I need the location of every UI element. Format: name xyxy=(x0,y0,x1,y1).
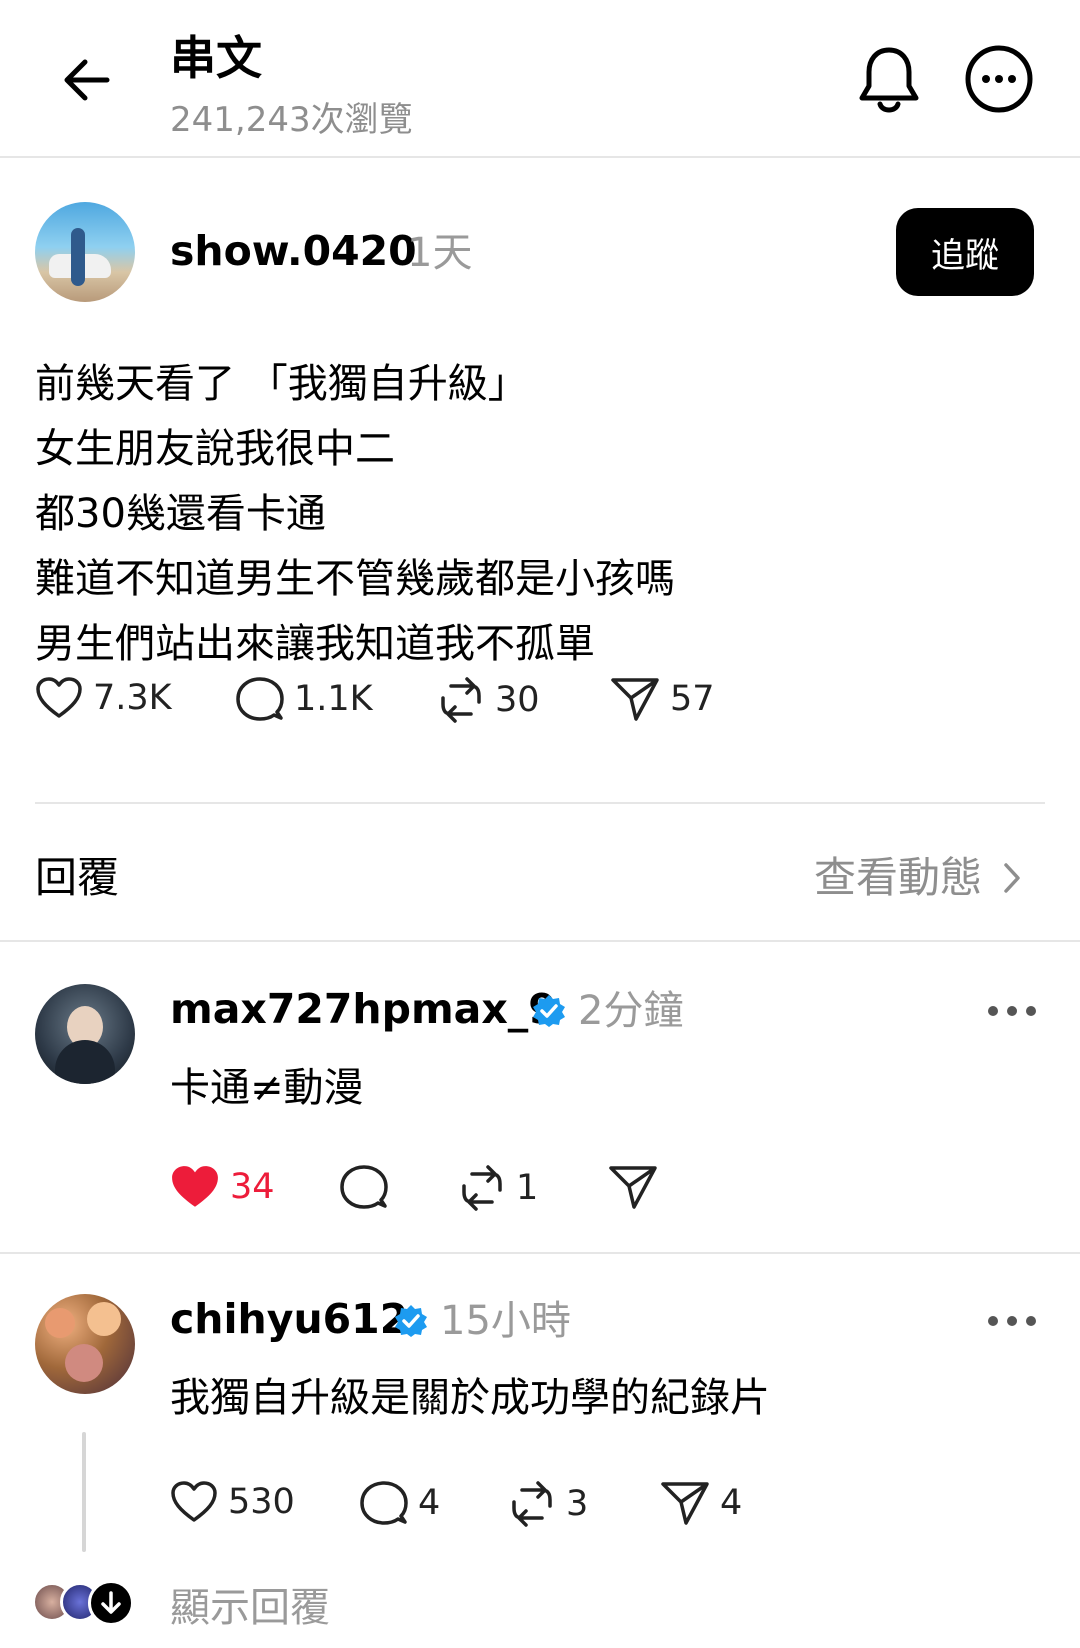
post-body: 前幾天看了 「我獨自升級」 女生朋友說我很中二 都30幾還看卡通 難道不知道男生… xyxy=(35,352,1035,677)
notification-button[interactable] xyxy=(856,44,922,116)
comment-repost-count: 1 xyxy=(516,1168,539,1208)
comment-text: 卡通≠動漫 xyxy=(170,1065,364,1111)
post-line: 女生朋友說我很中二 xyxy=(35,426,395,472)
post-line: 男生們站出來讓我知道我不孤單 xyxy=(35,621,595,667)
share-count: 57 xyxy=(670,679,715,719)
post-line: 都30幾還看卡通 xyxy=(35,491,326,537)
view-activity-link[interactable]: 查看動態 xyxy=(814,850,1030,906)
divider xyxy=(35,802,1045,804)
comment-like-button[interactable]: 530 xyxy=(170,1480,295,1524)
repost-button[interactable]: 30 xyxy=(437,676,540,724)
commenter-avatar[interactable] xyxy=(35,984,135,1084)
comment-icon xyxy=(340,1165,388,1209)
comment-count: 1.1K xyxy=(294,679,373,719)
dot-icon xyxy=(988,1006,998,1016)
author-avatar[interactable] xyxy=(35,202,135,302)
heart-filled-icon xyxy=(172,1166,218,1207)
dot-icon xyxy=(988,1316,998,1326)
follow-button[interactable]: 追蹤 xyxy=(896,208,1034,296)
back-button[interactable] xyxy=(58,52,114,108)
avatar-rose xyxy=(45,1308,75,1338)
comment-share-button[interactable]: 4 xyxy=(660,1480,742,1526)
heart-icon xyxy=(171,1481,217,1522)
view-activity-label: 查看動態 xyxy=(813,853,982,902)
more-options-button[interactable] xyxy=(964,44,1034,114)
comment-reply-button[interactable] xyxy=(340,1164,398,1210)
chevron-right-icon xyxy=(1004,863,1020,893)
post-line: 前幾天看了 「我獨自升級」 xyxy=(35,361,528,407)
comment-repost-button[interactable]: 3 xyxy=(508,1480,588,1528)
comment-share-count: 4 xyxy=(720,1483,743,1523)
comment-reply-count: 4 xyxy=(418,1483,441,1523)
comment-repost-button[interactable]: 1 xyxy=(458,1164,538,1212)
repost-icon xyxy=(512,1481,552,1527)
page-title: 串文 xyxy=(170,31,262,85)
comment-more-button[interactable] xyxy=(988,1004,1036,1018)
expand-replies-button[interactable] xyxy=(88,1580,134,1626)
commenter-username[interactable]: chihyu612 xyxy=(170,1292,408,1346)
avatar-rose xyxy=(65,1344,103,1382)
comment-like-count: 530 xyxy=(228,1482,295,1522)
top-bar: 串文 241,243次瀏覽 xyxy=(0,0,1080,158)
view-count: 241,243次瀏覽 xyxy=(170,100,413,140)
bell-icon xyxy=(859,47,919,113)
dot-icon xyxy=(1026,1316,1036,1326)
comment-share-button[interactable] xyxy=(608,1164,668,1210)
send-icon xyxy=(661,1482,709,1525)
comment-icon xyxy=(360,1481,408,1525)
post-time: 1天 xyxy=(407,230,473,276)
repost-icon xyxy=(462,1165,502,1211)
divider xyxy=(0,1252,1080,1254)
send-icon xyxy=(611,678,659,721)
post-line: 難道不知道男生不管幾歲都是小孩嗎 xyxy=(35,556,675,602)
comment-like-button[interactable]: 34 xyxy=(170,1164,275,1210)
arrow-down-icon xyxy=(101,1591,121,1614)
dot-icon xyxy=(1026,1006,1036,1016)
avatar-hood xyxy=(55,1040,115,1084)
heart-icon xyxy=(36,677,82,718)
commenter-avatar[interactable] xyxy=(35,1294,135,1394)
dot-icon xyxy=(1007,1006,1017,1016)
send-icon xyxy=(609,1166,657,1209)
comment-reply-button[interactable]: 4 xyxy=(360,1480,440,1526)
comment-time: 2分鐘 xyxy=(578,988,684,1034)
replies-header: 回覆 查看動態 xyxy=(0,820,1080,942)
avatar-rose xyxy=(87,1302,121,1336)
comment-time: 15小時 xyxy=(440,1298,571,1344)
comment-button[interactable]: 1.1K xyxy=(236,676,373,722)
comment-more-button[interactable] xyxy=(988,1314,1036,1328)
verified-badge-icon xyxy=(533,995,565,1027)
comment-like-count: 34 xyxy=(230,1167,275,1207)
thread-line xyxy=(82,1432,86,1552)
comment-icon xyxy=(236,677,284,721)
commenter-username[interactable]: max727hpmax_9 xyxy=(170,982,557,1036)
comment-text: 我獨自升級是關於成功學的紀錄片 xyxy=(170,1375,770,1421)
comment-repost-count: 3 xyxy=(566,1484,589,1524)
share-button[interactable]: 57 xyxy=(610,676,715,722)
repost-icon xyxy=(441,677,481,723)
show-replies-link[interactable]: 顯示回覆 xyxy=(170,1580,330,1636)
back-arrow-icon xyxy=(64,59,110,101)
like-button[interactable]: 7.3K xyxy=(35,676,172,720)
reply-avatars[interactable] xyxy=(32,1580,142,1628)
author-username[interactable]: show.0420 xyxy=(170,224,417,278)
divider xyxy=(0,940,1080,942)
verified-badge-icon xyxy=(395,1305,427,1337)
replies-label: 回覆 xyxy=(35,853,120,902)
like-count: 7.3K xyxy=(93,678,172,718)
repost-count: 30 xyxy=(495,680,540,720)
more-circle-icon xyxy=(965,45,1033,113)
dot-icon xyxy=(1007,1316,1017,1326)
avatar-person xyxy=(71,228,85,286)
